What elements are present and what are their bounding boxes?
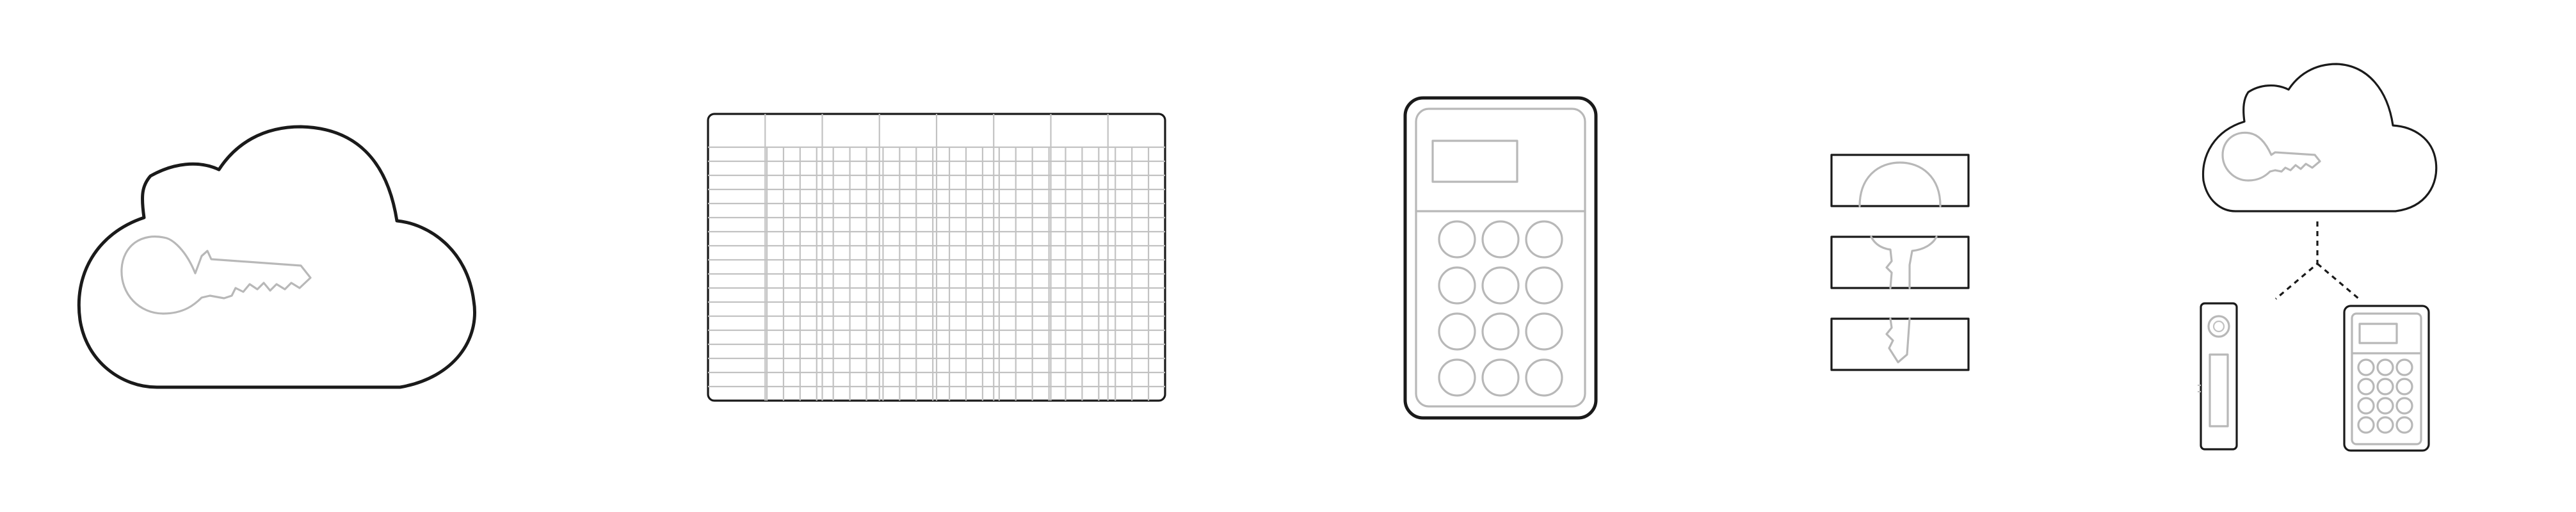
hardware-stick-device (2200, 302, 2238, 451)
split-key-shards-icon (1830, 154, 1970, 371)
shard-3 (1830, 317, 1970, 371)
grid-card-illustration (707, 111, 1168, 406)
cloud-key-icon (77, 125, 476, 389)
cloud-backup-to-devices-icon (2198, 63, 2438, 452)
keypad-device-icon (1403, 96, 1598, 420)
keypad-device-illustration (1402, 95, 1600, 421)
shard-2 (1830, 236, 1970, 289)
recovery-grid-card-icon (707, 113, 1166, 402)
cloud-backup-illustration (2196, 59, 2445, 456)
cloud-key-illustration (70, 115, 480, 397)
illustration-strip (0, 0, 2576, 512)
split-key-illustration (1828, 151, 1975, 375)
